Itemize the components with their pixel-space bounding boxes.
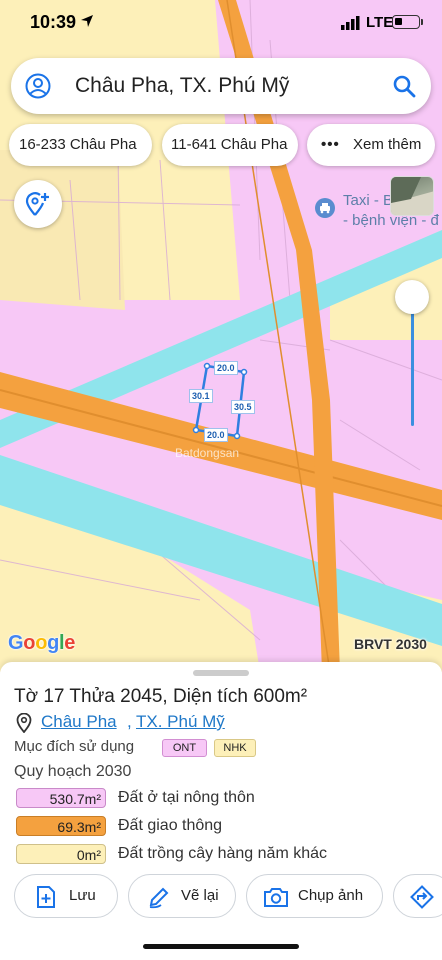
opacity-slider-thumb[interactable] [395, 280, 429, 314]
sheet-drag-handle[interactable] [193, 670, 249, 676]
chip-label: 16-233 Châu Pha [19, 136, 137, 153]
street-view-thumbnail[interactable] [390, 176, 434, 216]
plan-name: Đất ở tại nông thôn [118, 789, 255, 806]
directions-button[interactable] [393, 874, 442, 918]
taxi-poi-icon[interactable] [315, 198, 335, 218]
home-indicator [143, 944, 299, 949]
search-query[interactable]: Châu Pha, TX. Phú Mỹ [75, 74, 289, 98]
save-file-icon [37, 886, 55, 908]
battery-icon [392, 15, 420, 29]
dimension-bottom: 20.0 [204, 428, 228, 442]
poi-label[interactable]: Taxi - B [343, 192, 393, 209]
chip-see-more[interactable]: ••• Xem thêm [307, 124, 435, 166]
redraw-label: Vẽ lại [181, 887, 219, 904]
parcel-info-sheet[interactable]: Tờ 17 Thửa 2045, Diện tích 600m² Châu Ph… [0, 662, 442, 960]
dimension-left: 30.1 [189, 389, 213, 403]
town-link[interactable]: TX. Phú Mỹ [136, 712, 225, 732]
dimension-top: 20.0 [214, 361, 238, 375]
chip-label: Xem thêm [353, 136, 422, 153]
add-location-button[interactable] [14, 180, 62, 228]
redraw-button[interactable]: Vẽ lại [128, 874, 236, 918]
directions-icon [410, 885, 434, 909]
network-label: LTE [366, 14, 394, 31]
plan-name: Đất giao thông [118, 817, 223, 834]
status-bar: 10:39 LTE [0, 0, 442, 48]
plan-name: Đất trồng cây hàng năm khác [118, 845, 328, 862]
plan-area: 69.3m² [16, 816, 106, 836]
chip-label: 11-641 Châu Pha [171, 136, 288, 153]
chip-nearby-2[interactable]: 11-641 Châu Pha [162, 124, 298, 166]
location-arrow-icon [81, 15, 93, 27]
purpose-label: Mục đích sử dụng [14, 738, 135, 755]
save-label: Lưu [69, 887, 96, 904]
plan-area: 0m² [16, 844, 106, 864]
search-icon[interactable] [391, 73, 417, 99]
signal-icon [341, 16, 360, 30]
account-icon[interactable] [25, 73, 51, 99]
purpose-tag-nhk: NHK [214, 739, 256, 757]
plan-area: 530.7m² [16, 788, 106, 808]
ward-link[interactable]: Châu Pha [41, 712, 117, 732]
clock: 10:39 [30, 12, 77, 32]
opacity-slider-track[interactable] [411, 300, 414, 426]
map-view[interactable]: 10:39 LTE Châu Pha, TX. Phú Mỹ 16-233 Ch… [0, 0, 442, 672]
dimension-right: 30.5 [231, 400, 255, 414]
add-pin-icon [25, 192, 49, 216]
pencil-icon [149, 887, 169, 909]
layer-name: BRVT 2030 [354, 636, 427, 652]
save-button[interactable]: Lưu [14, 874, 118, 918]
battery-tip [421, 19, 423, 25]
parcel-title: Tờ 17 Thửa 2045, Diện tích 600m² [14, 686, 308, 707]
more-dots-icon: ••• [321, 136, 340, 153]
take-photo-button[interactable]: Chụp ảnh [246, 874, 383, 918]
chip-nearby-1[interactable]: 16-233 Châu Pha [9, 124, 152, 166]
address-separator: , [127, 712, 132, 731]
plan-label: Quy hoạch 2030 [14, 763, 132, 780]
google-logo: Google [8, 632, 76, 654]
camera-icon [264, 888, 288, 907]
photo-label: Chụp ảnh [298, 887, 364, 904]
purpose-tag-ont: ONT [162, 739, 207, 757]
search-bar[interactable]: Châu Pha, TX. Phú Mỹ [11, 58, 431, 114]
poi-label-line1: Taxi - B [343, 192, 394, 209]
watermark: Batdongsan [175, 446, 240, 460]
pin-icon [16, 713, 32, 733]
